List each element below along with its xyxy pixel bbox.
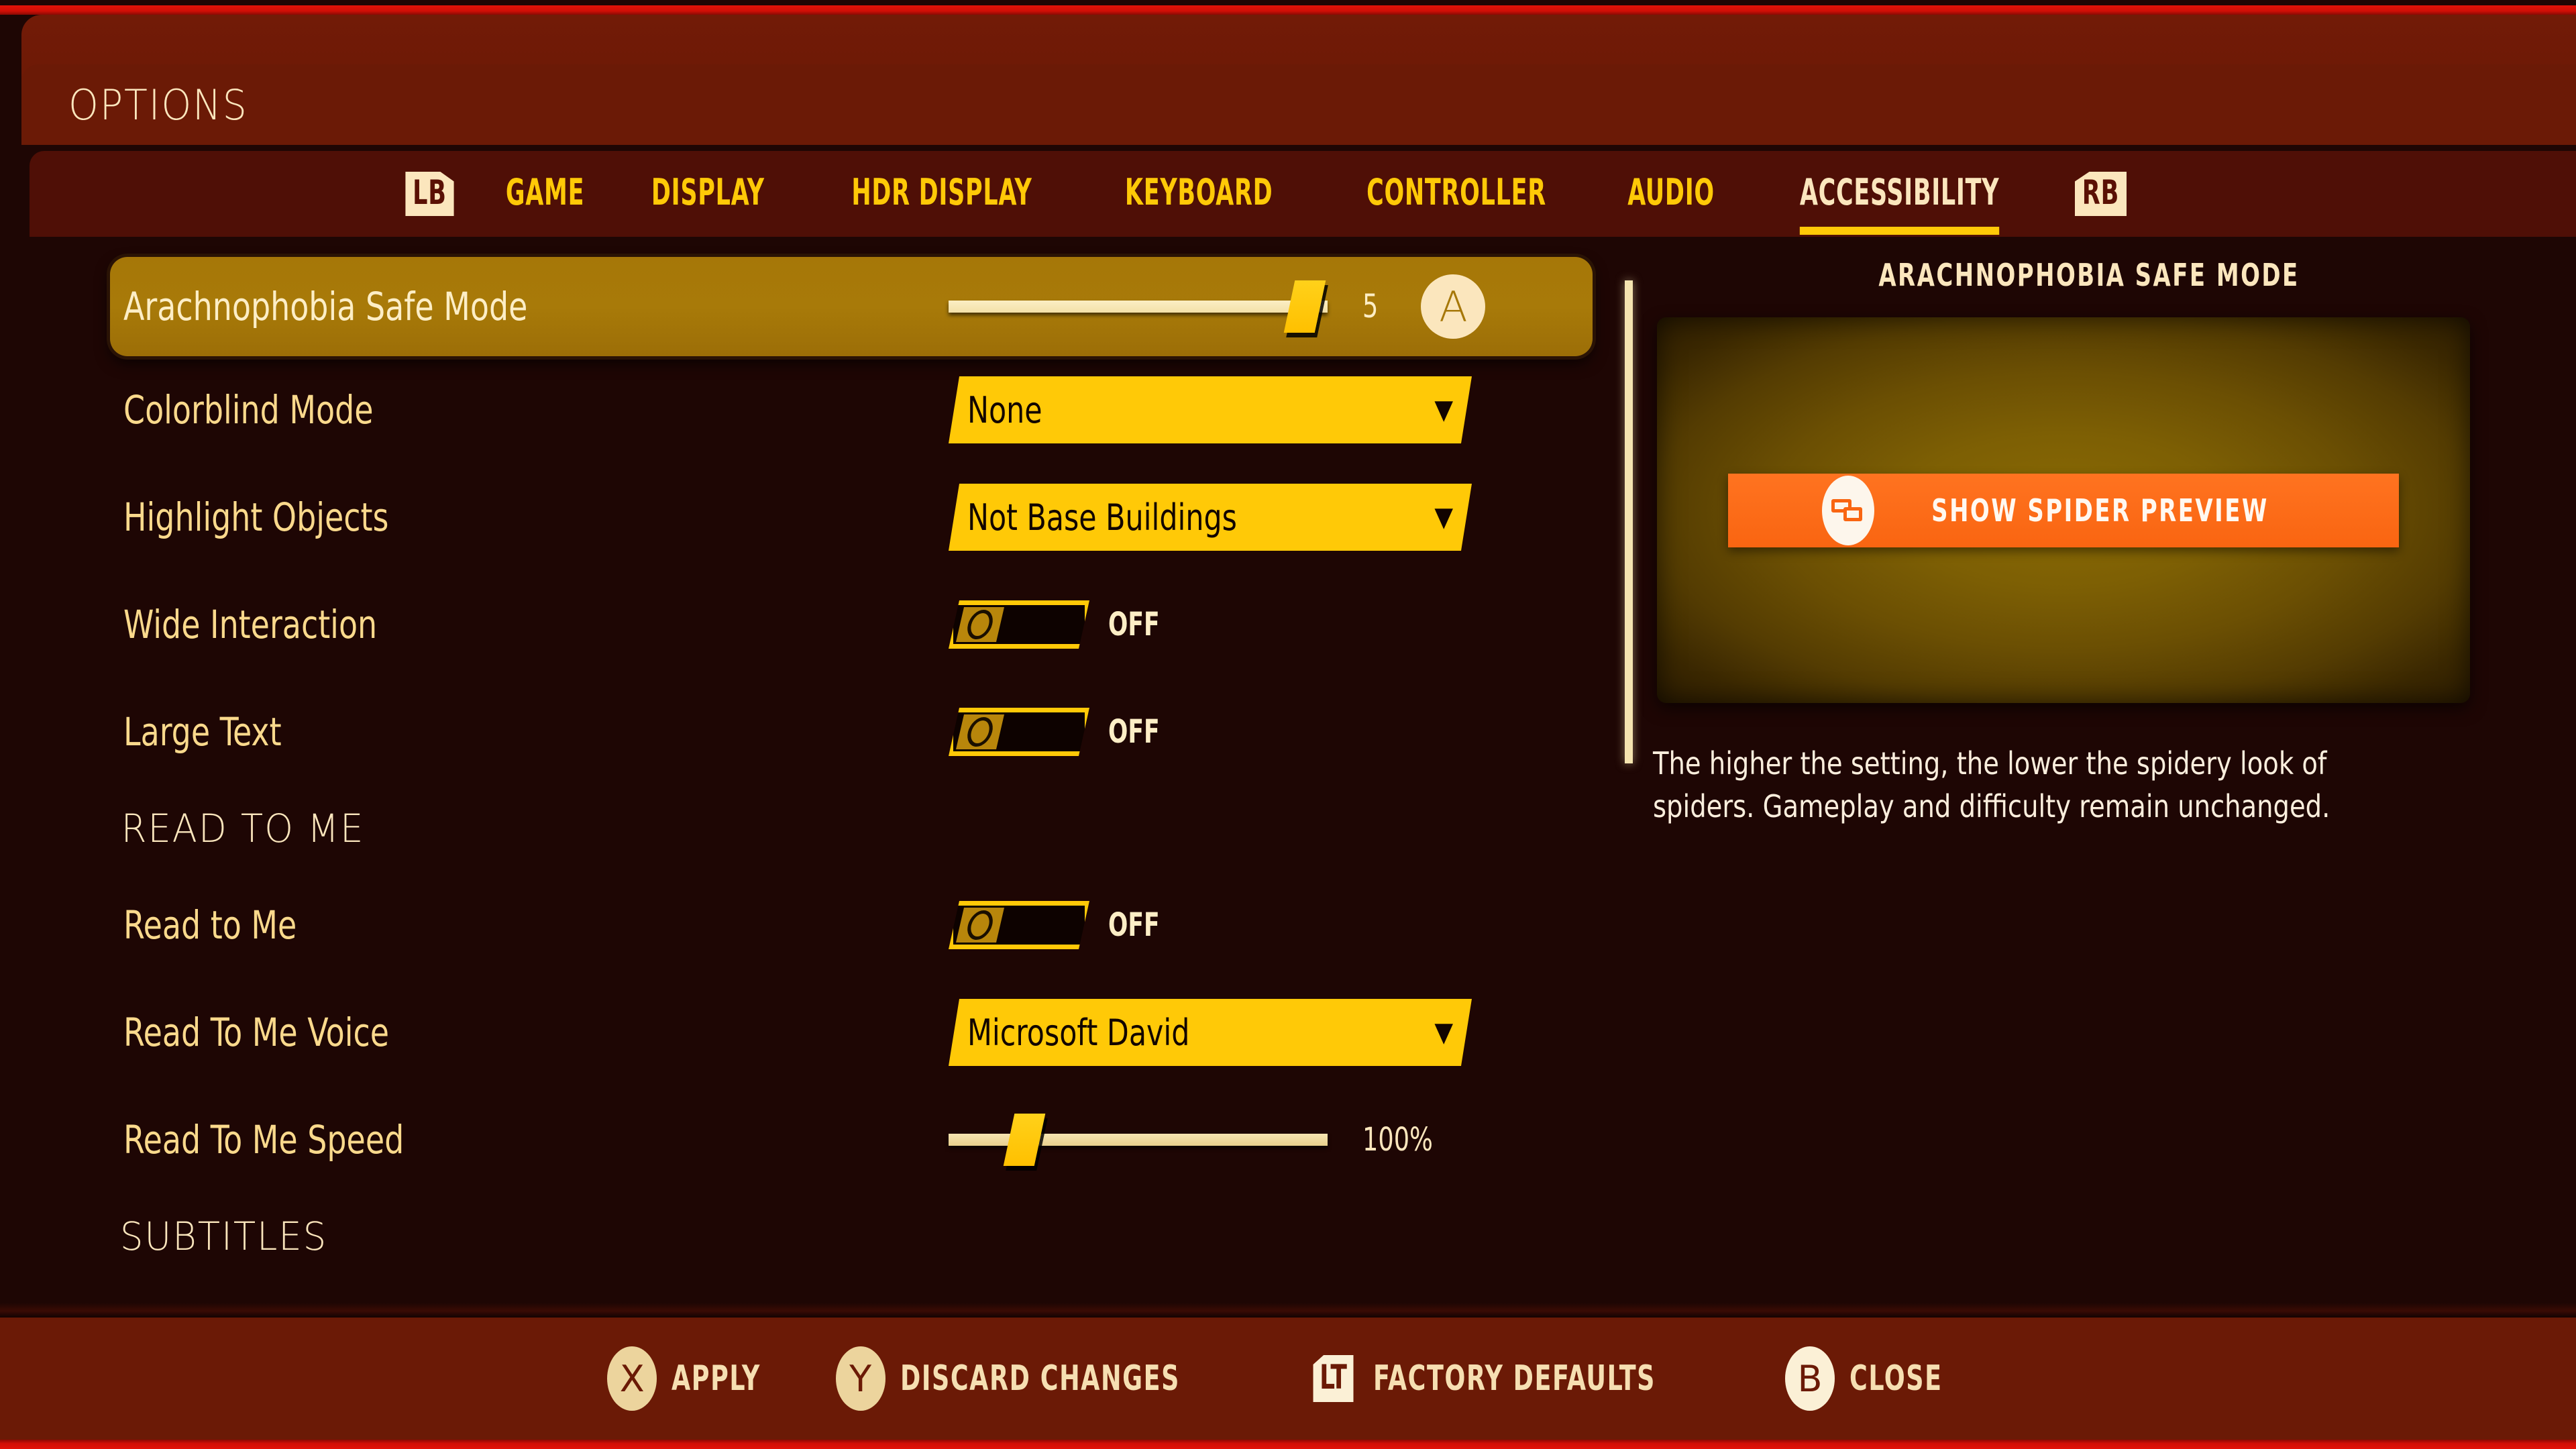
tab-bar: LB GAME DISPLAY HDR DISPLAY KEYBOARD CONTROLL… [30, 151, 2576, 237]
prev-tab-shoulder-button[interactable]: LB [405, 172, 454, 216]
option-row-read-to-me[interactable]: Read to Me OFF [30, 871, 1619, 979]
info-panel-title: ARACHNOPHOBIA SAFE MODE [1878, 257, 2300, 293]
options-list: Arachnophobia Safe Mode 5 A Colorblind Mode… [30, 257, 1619, 1318]
toggle-read-to-me[interactable]: OFF [949, 901, 1173, 949]
spider-preview-box: SHOW SPIDER PREVIEW [1657, 317, 2470, 703]
gamepad-button-y-icon[interactable]: Y [835, 1346, 885, 1411]
info-panel: ARACHNOPHOBIA SAFE MODE SHOW SPIDER PREV… [1653, 257, 2525, 828]
slider-arachnophobia-safe-mode[interactable]: 5 [949, 280, 1381, 333]
info-panel-description: The higher the setting, the lower the sp… [1653, 745, 2330, 825]
control-slot: 5A [949, 274, 1486, 339]
title-bar: OPTIONS [21, 64, 2576, 145]
tab-list: LB GAME DISPLAY HDR DISPLAY KEYBOARD CONTROLL… [398, 171, 2134, 235]
tab-accessibility[interactable]: ACCESSIBILITY [1799, 171, 2000, 235]
toggle-large-text[interactable]: OFF [949, 708, 1173, 756]
gamepad-button-x-icon[interactable]: X [607, 1346, 657, 1411]
trigger-button-lt-icon[interactable]: LT [1313, 1355, 1354, 1402]
toggle-knob [956, 607, 1004, 642]
toggle-knob [956, 714, 1004, 749]
footer-action-label: FACTORY DEFAULTS [1373, 1358, 1656, 1399]
control-slot: OFF [949, 600, 1173, 649]
slider-track[interactable] [949, 1114, 1328, 1166]
control-slot: OFF [949, 901, 1173, 949]
chevron-down-icon: ▼ [1434, 1017, 1453, 1048]
control-slot: Not Base Buildings ▼ [949, 484, 1472, 551]
chevron-down-icon: ▼ [1434, 502, 1453, 533]
bottom-accent-line [0, 1440, 2576, 1449]
footer-action-label: APPLY [672, 1358, 761, 1399]
slider-value: 100% [1362, 1121, 1433, 1159]
dropdown-value: None [967, 388, 1042, 431]
option-row-highlight-objects[interactable]: Highlight Objects Not Base Buildings ▼ [30, 464, 1619, 571]
toggle-knob [956, 908, 1004, 943]
page-title: OPTIONS [68, 80, 248, 129]
option-row-arachnophobia-safe-mode[interactable]: Arachnophobia Safe Mode 5 A [110, 257, 1593, 356]
spider-preview-icon [1821, 475, 1874, 545]
dropdown-colorblind-mode[interactable]: None ▼ [949, 376, 1472, 443]
option-row-read-to-me-speed[interactable]: Read To Me Speed 100% [30, 1086, 1619, 1193]
footer-action-discard-changes[interactable]: Y DISCARD CHANGES [835, 1346, 1259, 1411]
slider-thumb[interactable] [1283, 280, 1326, 333]
tab-keyboard[interactable]: KEYBOARD [1125, 171, 1273, 217]
scrollbar-thumb[interactable] [1625, 280, 1633, 763]
gamepad-button-b-icon[interactable]: B [1784, 1346, 1835, 1411]
dropdown-value: Microsoft David [967, 1011, 1190, 1054]
option-label: Wide Interaction [123, 602, 378, 647]
footer-action-label: CLOSE [1849, 1358, 1943, 1399]
option-label: Read To Me Speed [123, 1117, 405, 1163]
control-slot: 100% [949, 1114, 1445, 1166]
toggle-state-label: OFF [1108, 606, 1160, 643]
option-row-wide-interaction[interactable]: Wide Interaction OFF [30, 571, 1619, 678]
option-row-large-text[interactable]: Large Text OFF [30, 678, 1619, 786]
section-heading-subtitles: SUBTITLES [30, 1193, 1619, 1279]
footer-bar: X APPLY Y DISCARD CHANGES LT FACTORY DEFAULTS… [0, 1318, 2576, 1440]
option-label: Highlight Objects [123, 494, 389, 540]
scrollbar[interactable] [1625, 257, 1633, 1049]
tab-controller[interactable]: CONTROLLER [1366, 171, 1546, 217]
footer-action-close[interactable]: B CLOSE [1784, 1346, 1969, 1411]
toggle-state-label: OFF [1108, 906, 1160, 944]
chevron-down-icon: ▼ [1434, 394, 1453, 425]
option-label: Colorblind Mode [123, 387, 374, 433]
slider-value: 5 [1362, 288, 1379, 325]
option-label: Large Text [123, 709, 282, 755]
option-row-read-to-me-voice[interactable]: Read To Me Voice Microsoft David ▼ [30, 979, 1619, 1086]
toggle-track[interactable] [949, 708, 1089, 756]
next-tab-shoulder-button[interactable]: RB [2074, 172, 2127, 216]
footer-action-apply[interactable]: X APPLY [607, 1346, 786, 1411]
confirm-button-badge[interactable]: A [1421, 274, 1486, 339]
control-slot: Microsoft David ▼ [949, 999, 1472, 1066]
dropdown-highlight-objects[interactable]: Not Base Buildings ▼ [949, 484, 1472, 551]
option-label: Read to Me [123, 902, 297, 948]
footer-action-label: DISCARD CHANGES [900, 1358, 1180, 1399]
toggle-track[interactable] [949, 901, 1089, 949]
dropdown-value: Not Base Buildings [967, 496, 1237, 539]
options-screen: OPTIONS LB GAME DISPLAY HDR DISPLAY KEYBOARD… [0, 0, 2576, 1449]
control-slot: None ▼ [949, 376, 1472, 443]
top-accent-line [0, 5, 2576, 15]
section-heading-read-to-me: READ TO ME [30, 786, 1619, 871]
slider-read-to-me-speed[interactable]: 100% [949, 1114, 1445, 1166]
toggle-wide-interaction[interactable]: OFF [949, 600, 1173, 649]
option-label: Read To Me Voice [123, 1010, 390, 1055]
tab-display[interactable]: DISPLAY [651, 171, 765, 217]
show-spider-preview-label: SHOW SPIDER PREVIEW [1931, 492, 2269, 529]
footer-action-factory-defaults[interactable]: LT FACTORY DEFAULTS [1308, 1355, 1735, 1402]
footer-shadow [0, 1303, 2576, 1318]
show-spider-preview-button[interactable]: SHOW SPIDER PREVIEW [1728, 473, 2399, 547]
tab-audio[interactable]: AUDIO [1627, 171, 1715, 217]
toggle-state-label: OFF [1108, 713, 1160, 751]
section-heading-label: READ TO ME [121, 806, 365, 851]
option-row-colorblind-mode[interactable]: Colorblind Mode None ▼ [30, 356, 1619, 464]
tab-hdr-display[interactable]: HDR DISPLAY [851, 171, 1032, 217]
section-heading-label: SUBTITLES [119, 1214, 328, 1259]
slider-thumb[interactable] [1003, 1114, 1046, 1166]
control-slot: OFF [949, 708, 1173, 756]
option-label: Arachnophobia Safe Mode [123, 284, 528, 329]
dropdown-read-to-me-voice[interactable]: Microsoft David ▼ [949, 999, 1472, 1066]
slider-track[interactable] [949, 280, 1328, 333]
toggle-track[interactable] [949, 600, 1089, 649]
tab-game[interactable]: GAME [506, 171, 584, 217]
content-area: Arachnophobia Safe Mode 5 A Colorblind Mode… [30, 237, 2576, 1318]
